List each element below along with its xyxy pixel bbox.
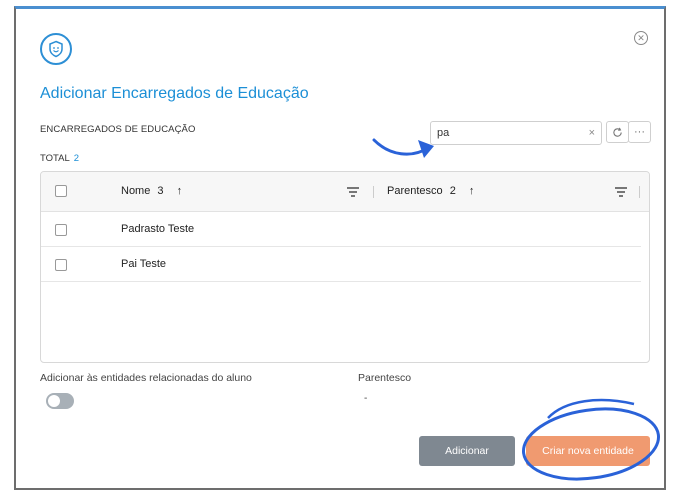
parentesco-label: Parentesco [358, 372, 412, 384]
clear-search-icon[interactable]: × [589, 127, 595, 139]
related-entities-toggle[interactable] [46, 393, 74, 409]
close-symbol: ✕ [637, 32, 645, 43]
column-divider [639, 186, 640, 198]
sort-ascending-icon[interactable]: ↑ [177, 185, 183, 197]
search-box[interactable]: × [430, 121, 602, 145]
refresh-button[interactable] [606, 121, 629, 143]
total-count: 2 [73, 153, 80, 164]
search-input[interactable] [437, 127, 577, 139]
shield-face-icon [40, 33, 72, 65]
column-count: 2 [449, 185, 456, 197]
more-options-button[interactable]: ··· [628, 121, 651, 143]
filter-icon[interactable] [615, 187, 627, 197]
row-checkbox[interactable] [55, 224, 67, 236]
table-header: Nome 3 ↑ Parentesco 2 ↑ [41, 172, 649, 212]
table-row[interactable]: Padrasto Teste [41, 212, 641, 247]
dialog-title: Adicionar Encarregados de Educação [40, 85, 309, 102]
row-name: Padrasto Teste [121, 223, 195, 235]
filter-icon[interactable] [347, 187, 359, 197]
total-text: TOTAL [40, 153, 70, 164]
add-button[interactable]: Adicionar [419, 436, 515, 466]
total-label: TOTAL 2 [40, 153, 79, 164]
column-header-nome[interactable]: Nome 3 ↑ [121, 185, 182, 197]
column-header-parentesco[interactable]: Parentesco 2 ↑ [387, 185, 474, 197]
column-label: Parentesco [387, 185, 443, 197]
column-count: 3 [157, 185, 164, 197]
parentesco-value: - [364, 393, 368, 404]
row-name: Pai Teste [121, 258, 167, 270]
column-label: Nome [121, 185, 151, 197]
create-entity-button[interactable]: Criar nova entidade [526, 436, 650, 466]
toggle-label: Adicionar às entidades relacionadas do a… [40, 372, 252, 384]
more-icon: ··· [634, 126, 645, 138]
guardians-table: Nome 3 ↑ Parentesco 2 ↑ Padrasto Teste P… [40, 171, 650, 363]
sort-ascending-icon[interactable]: ↑ [469, 185, 475, 197]
close-icon[interactable]: ✕ [634, 31, 648, 45]
column-divider [373, 186, 374, 198]
toggle-knob [48, 395, 60, 407]
section-label: ENCARREGADOS DE EDUCAÇÃO [40, 124, 196, 135]
refresh-icon [613, 127, 622, 137]
select-all-checkbox[interactable] [55, 185, 67, 197]
add-guardians-dialog: ✕ Adicionar Encarregados de Educação ENC… [14, 6, 666, 490]
row-checkbox[interactable] [55, 259, 67, 271]
table-row[interactable]: Pai Teste [41, 247, 641, 282]
